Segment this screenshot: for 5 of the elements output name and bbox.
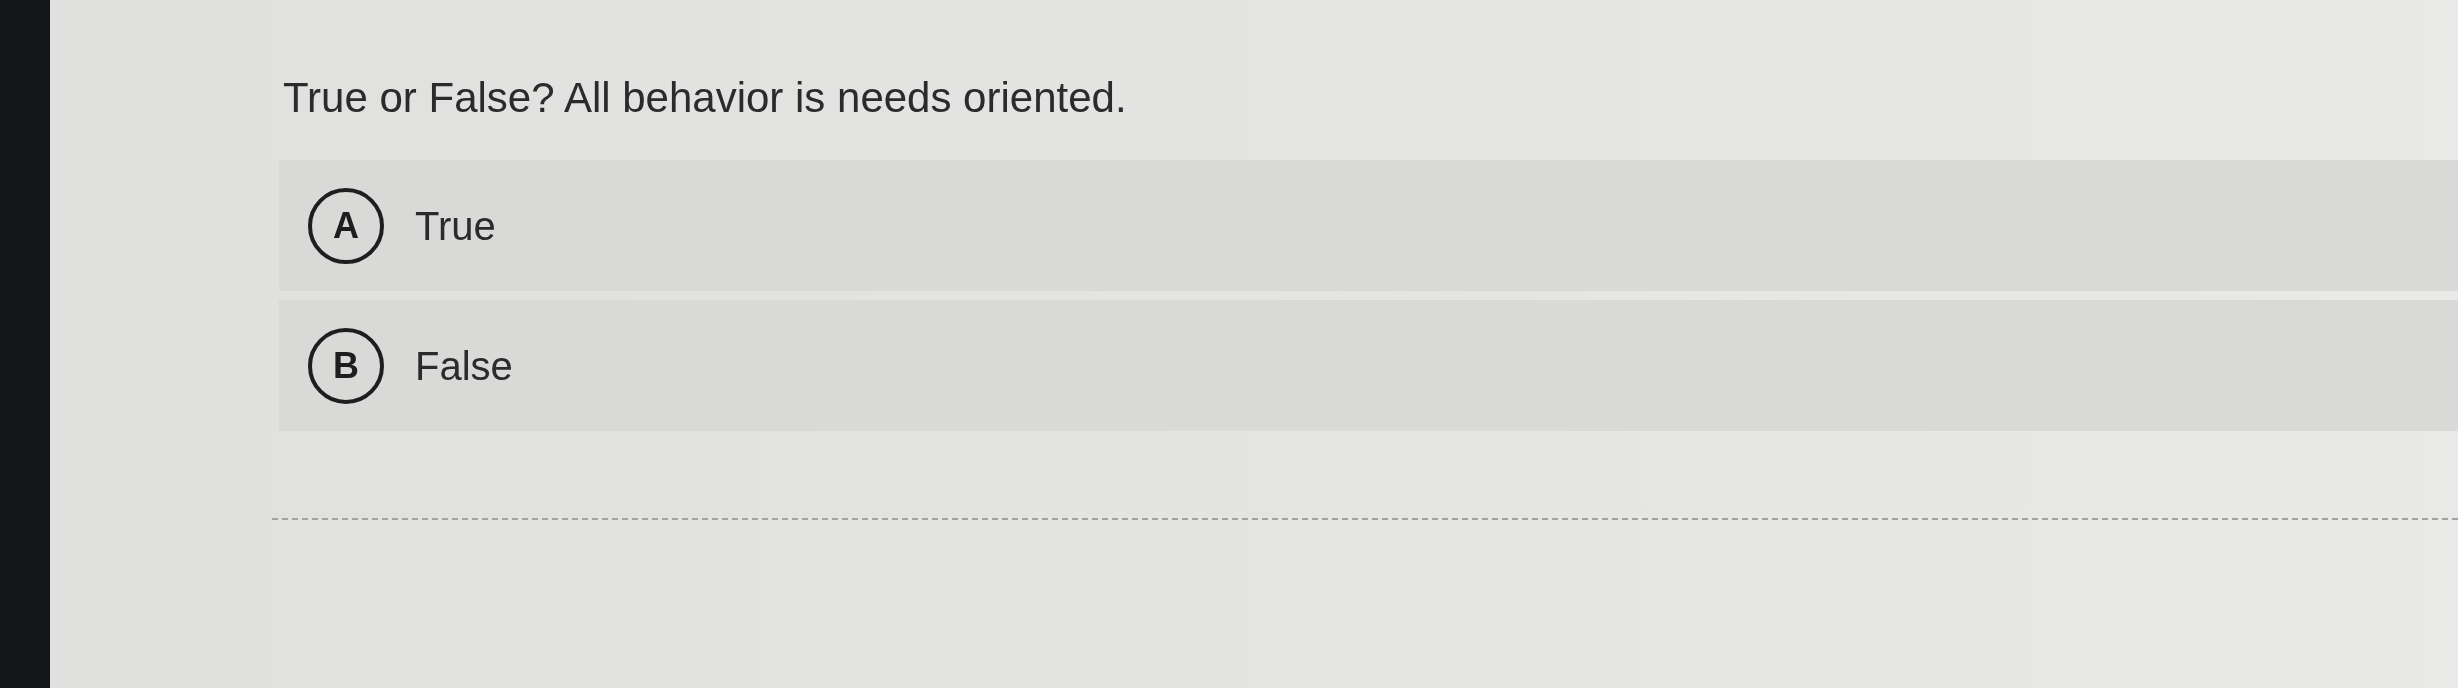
answer-option[interactable]: B False (279, 300, 2458, 431)
answer-option[interactable]: A True (279, 160, 2458, 291)
option-letter: B (308, 327, 384, 404)
option-letter: A (308, 187, 384, 264)
question-text: True or False? All behavior is needs oriented. (283, 73, 1127, 123)
